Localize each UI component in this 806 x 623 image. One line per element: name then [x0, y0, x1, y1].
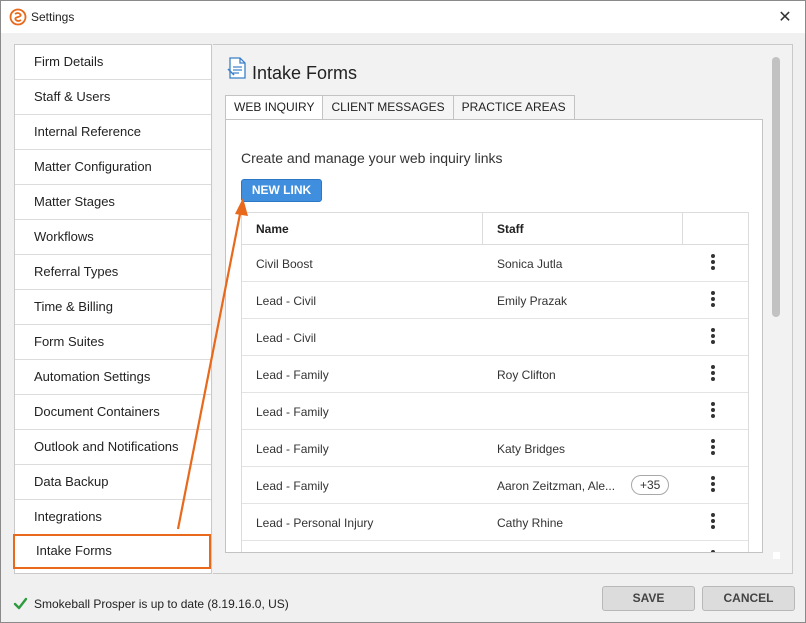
column-divider	[682, 213, 683, 245]
update-status-text: Smokeball Prosper is up to date (8.19.16…	[34, 597, 289, 611]
cell-name: Lead - Civil	[256, 331, 317, 345]
table-row[interactable]: Lead - Family Katy Bridges	[242, 430, 748, 467]
cell-staff: Roy Clifton	[497, 368, 556, 382]
cell-staff: Sonica Jutla	[497, 257, 563, 271]
cell-name: Lead - Personal Injury	[256, 516, 374, 530]
cell-staff: Emily Prazak	[497, 294, 568, 308]
kebab-menu-icon[interactable]	[708, 549, 718, 552]
cell-name: Lead - Family	[256, 442, 329, 456]
close-icon: ✕	[778, 9, 792, 26]
sidebar-item-time-billing[interactable]: Time & Billing	[15, 290, 211, 325]
settings-window: Settings ✕ Firm Details Staff & Users In…	[0, 0, 806, 623]
sidebar-item-matter-configuration[interactable]: Matter Configuration	[15, 150, 211, 185]
kebab-menu-icon[interactable]	[708, 253, 718, 273]
cell-name: Civil Boost	[256, 257, 313, 271]
save-button[interactable]: SAVE	[602, 586, 695, 611]
panel-description: Create and manage your web inquiry links	[241, 150, 503, 166]
smokeball-logo-icon	[9, 8, 27, 26]
sidebar-item-form-suites[interactable]: Form Suites	[15, 325, 211, 360]
table-row[interactable]: Civil Boost Sonica Jutla	[242, 245, 748, 282]
table-row[interactable]: Lead - Family	[242, 393, 748, 430]
sidebar-item-firm-details[interactable]: Firm Details	[15, 45, 211, 80]
scroll-corner	[773, 552, 780, 559]
column-header-staff[interactable]: Staff	[497, 222, 524, 236]
kebab-menu-icon[interactable]	[708, 290, 718, 310]
cell-staff: Katy Bridges	[497, 442, 566, 456]
kebab-menu-icon[interactable]	[708, 475, 718, 495]
column-header-name[interactable]: Name	[256, 222, 289, 236]
table-row[interactable]: Lead - Personal Injury Cathy Rhine	[242, 504, 748, 541]
kebab-menu-icon[interactable]	[708, 327, 718, 347]
page-title: Intake Forms	[252, 63, 358, 83]
sidebar-item-integrations[interactable]: Integrations	[15, 500, 211, 535]
vertical-scrollbar[interactable]	[772, 57, 780, 317]
cell-name: Lead - Family	[256, 368, 329, 382]
cancel-button[interactable]: CANCEL	[702, 586, 795, 611]
table-row[interactable]: Lead - Civil Emily Prazak	[242, 282, 748, 319]
cell-staff: Cathy Rhine	[497, 516, 564, 530]
title-bar: Settings ✕	[1, 1, 805, 33]
table-row[interactable]: Lead - Family Aaron Zeitzman, Ale... +35	[242, 467, 748, 504]
kebab-menu-icon[interactable]	[708, 364, 718, 384]
settings-sidebar: Firm Details Staff & Users Internal Refe…	[13, 44, 212, 574]
close-button[interactable]: ✕	[775, 7, 795, 27]
tab-client-messages[interactable]: CLIENT MESSAGES	[323, 95, 454, 120]
kebab-menu-icon[interactable]	[708, 438, 718, 458]
tab-web-inquiry[interactable]: WEB INQUIRY	[225, 95, 324, 120]
sidebar-item-staff-users[interactable]: Staff & Users	[15, 80, 211, 115]
tab-strip: WEB INQUIRY CLIENT MESSAGES PRACTICE ARE…	[225, 95, 575, 120]
sidebar-item-referral-types[interactable]: Referral Types	[15, 255, 211, 290]
column-divider	[482, 213, 483, 245]
intake-forms-icon	[227, 57, 246, 79]
sidebar-item-automation-settings[interactable]: Automation Settings	[15, 360, 211, 395]
sidebar-item-matter-stages[interactable]: Matter Stages	[15, 185, 211, 220]
sidebar-item-document-containers[interactable]: Document Containers	[15, 395, 211, 430]
more-staff-badge[interactable]: +35	[631, 475, 670, 495]
sidebar-item-outlook-notifications[interactable]: Outlook and Notifications	[15, 430, 211, 465]
table-row[interactable]: Lead - Civil	[242, 319, 748, 356]
table-row[interactable]	[242, 541, 748, 552]
sidebar-item-data-backup[interactable]: Data Backup	[15, 465, 211, 500]
checkmark-icon	[13, 597, 28, 610]
cell-staff: Aaron Zeitzman, Ale...	[497, 479, 616, 493]
table-header: Name Staff	[242, 213, 748, 245]
sidebar-item-workflows[interactable]: Workflows	[15, 220, 211, 255]
table-row[interactable]: Lead - Family Roy Clifton	[242, 356, 748, 393]
tab-practice-areas[interactable]: PRACTICE AREAS	[453, 95, 575, 120]
window-title: Settings	[31, 10, 75, 24]
cell-name: Lead - Family	[256, 479, 329, 493]
kebab-menu-icon[interactable]	[708, 401, 718, 421]
new-link-button[interactable]: NEW LINK	[241, 179, 322, 202]
status-bar: Smokeball Prosper is up to date (8.19.16…	[1, 586, 805, 622]
web-inquiry-panel: Create and manage your web inquiry links…	[225, 119, 763, 553]
cell-name: Lead - Civil	[256, 294, 317, 308]
web-inquiry-table: Name Staff Civil Boost Sonica Jutla Lead…	[241, 212, 749, 552]
kebab-menu-icon[interactable]	[708, 512, 718, 532]
sidebar-item-internal-reference[interactable]: Internal Reference	[15, 115, 211, 150]
cell-name: Lead - Family	[256, 405, 329, 419]
sidebar-item-intake-forms[interactable]: Intake Forms	[13, 534, 211, 569]
